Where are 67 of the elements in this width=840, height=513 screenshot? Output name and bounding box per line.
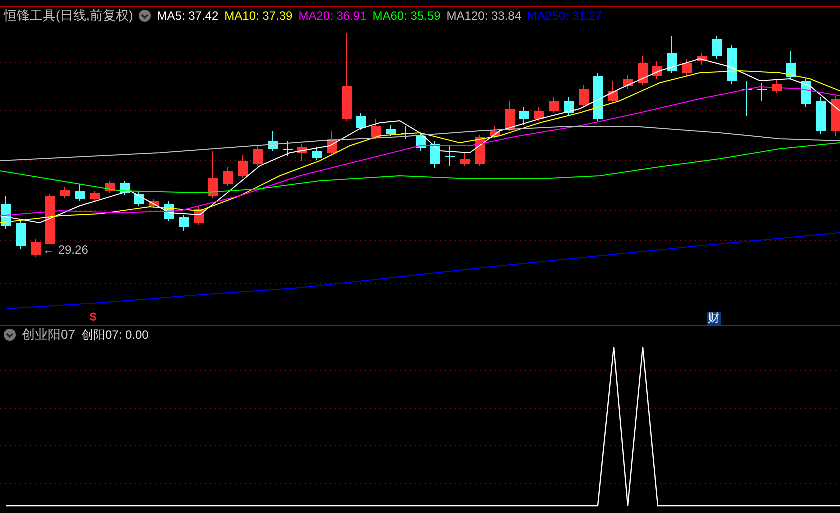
- moving-average-value: MA250: 31.27: [528, 9, 602, 23]
- moving-average-value: MA60: 35.59: [372, 9, 441, 23]
- candlestick: [134, 190, 144, 206]
- candlestick: [519, 106, 529, 126]
- moving-average-value: MA120: 33.84: [446, 9, 522, 23]
- candlestick: [490, 126, 500, 138]
- moving-average-value: MA10: 37.39: [224, 9, 293, 23]
- candlestick: [16, 220, 26, 250]
- candlestick: [45, 194, 55, 246]
- candlestick: [238, 154, 248, 178]
- candlestick: [75, 184, 85, 202]
- candlestick: [416, 132, 426, 152]
- moving-average-value: MA20: 36.91: [298, 9, 367, 23]
- candlestick: [356, 112, 366, 130]
- candlestick: [623, 74, 633, 90]
- candlestick: [312, 146, 322, 160]
- candlestick: [327, 130, 337, 156]
- candlestick: [430, 140, 440, 168]
- candlestick: [179, 214, 189, 232]
- candlestick: [460, 152, 470, 166]
- dropdown-icon[interactable]: [4, 329, 16, 341]
- candlestick: [579, 84, 589, 108]
- candlestick: [831, 96, 840, 136]
- candlestick: [786, 50, 796, 80]
- candlestick: [564, 96, 574, 116]
- candlestick: [268, 130, 278, 152]
- candlestick: [223, 166, 233, 186]
- candlestick: [31, 238, 41, 258]
- candlestick: [593, 72, 603, 122]
- candlestick: [1, 196, 11, 230]
- dividend-marker[interactable]: $: [90, 310, 97, 324]
- chart-title: 恒锋工具(日线,前复权): [4, 7, 134, 25]
- candlestick: [816, 96, 826, 134]
- candlestick: [638, 56, 648, 86]
- candlestick: [401, 126, 411, 140]
- finance-marker[interactable]: 财: [707, 312, 721, 325]
- candlestick: [120, 180, 130, 196]
- indicator-title: 创业阳07: [22, 326, 76, 344]
- candlestick: [742, 80, 752, 116]
- candlestick: [772, 78, 782, 94]
- candlestick: [208, 150, 218, 198]
- dropdown-icon[interactable]: [139, 10, 152, 22]
- candlestick: [371, 118, 381, 140]
- candlestick: [149, 198, 159, 208]
- candlestick: [712, 36, 722, 60]
- candlestick: [652, 60, 662, 80]
- candlestick: [608, 80, 618, 104]
- candlestick: [60, 186, 70, 198]
- candlestick: [667, 36, 677, 74]
- indicator-value: 创阳07: 0.00: [81, 326, 149, 344]
- candlestick: [697, 52, 707, 66]
- candlestick: [253, 144, 263, 166]
- candlestick: [757, 82, 767, 102]
- candlestick: [297, 144, 307, 162]
- candlestick: [549, 96, 559, 114]
- candlestick: [534, 106, 544, 122]
- candlestick: [727, 44, 737, 84]
- candlestick: [90, 190, 100, 202]
- candlestick: [105, 180, 115, 194]
- candlestick: [445, 146, 455, 166]
- low-price-label: ← 29.26: [43, 244, 88, 257]
- candlestick: [283, 140, 293, 156]
- candlestick: [505, 100, 515, 132]
- candlestick: [801, 78, 811, 108]
- moving-average-value: MA5: 37.42: [157, 9, 219, 23]
- candlestick: [682, 58, 692, 76]
- candlestick: [386, 124, 396, 136]
